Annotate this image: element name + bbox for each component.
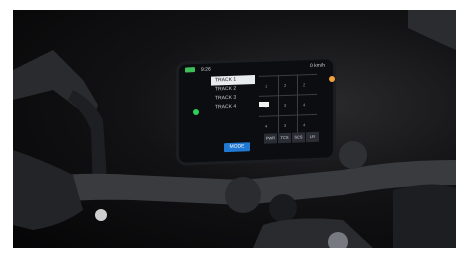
green-indicator-light <box>193 109 199 115</box>
track-item[interactable]: TRACK 4 <box>211 102 255 113</box>
tab-pwr[interactable]: PWR <box>264 133 277 144</box>
mode-button[interactable]: MODE <box>224 142 250 153</box>
signal-icon <box>185 67 195 73</box>
speed-readout: 0 km/h <box>309 62 325 70</box>
motorcycle-cockpit-photo: 9:26 0 km/h TRACK 1 TRACK 2 TRACK 3 TRAC… <box>13 10 456 248</box>
mode-tabs: PWR TCS SCS LR <box>264 131 320 144</box>
tab-lr[interactable]: LR <box>306 131 319 143</box>
grid-value: 4 <box>303 102 306 108</box>
grid-value: 1 <box>265 83 268 89</box>
grid-value: 4 <box>265 123 268 129</box>
tab-scs[interactable]: SCS <box>292 132 305 143</box>
clock: 9:26 <box>201 66 211 73</box>
grid-value: 3 <box>284 122 287 129</box>
highlight-marker <box>259 102 269 107</box>
grid-value: 3 <box>284 102 287 109</box>
tab-tcs[interactable]: TCS <box>278 132 291 144</box>
grid-value: 4 <box>303 122 306 128</box>
grid-value: 2 <box>284 82 287 89</box>
orange-indicator-light <box>329 76 335 82</box>
grid-value: 2 <box>303 82 306 88</box>
track-list[interactable]: TRACK 1 TRACK 2 TRACK 3 TRACK 4 <box>211 75 255 113</box>
tft-display: 9:26 0 km/h TRACK 1 TRACK 2 TRACK 3 TRAC… <box>176 56 336 166</box>
